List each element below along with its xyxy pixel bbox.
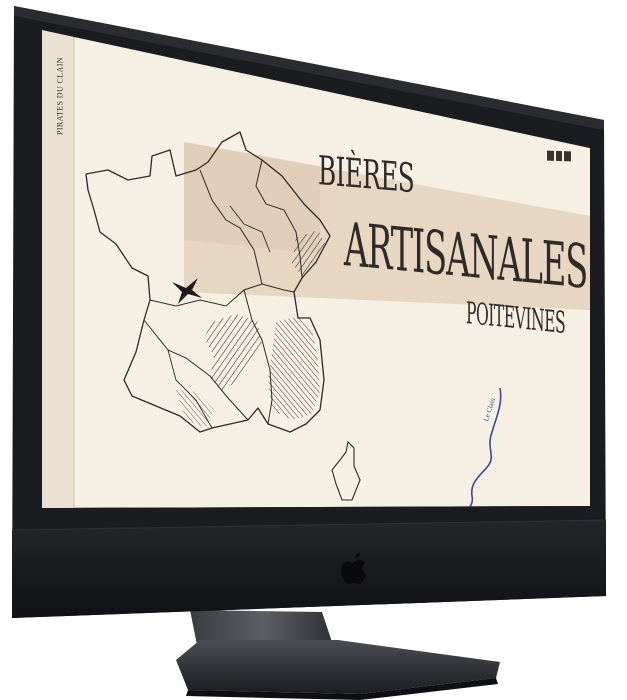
site-brand-tag[interactable]: PIRATES DU CLAIN [56, 57, 65, 135]
imac-stand [176, 610, 500, 700]
imac-mockup [11, 6, 607, 700]
menu-bar [555, 150, 563, 162]
menu-bar [564, 151, 572, 162]
headline-line-1: BIÈRES [318, 148, 415, 203]
hamburger-menu-icon[interactable] [547, 150, 572, 162]
menu-bar [547, 150, 554, 161]
